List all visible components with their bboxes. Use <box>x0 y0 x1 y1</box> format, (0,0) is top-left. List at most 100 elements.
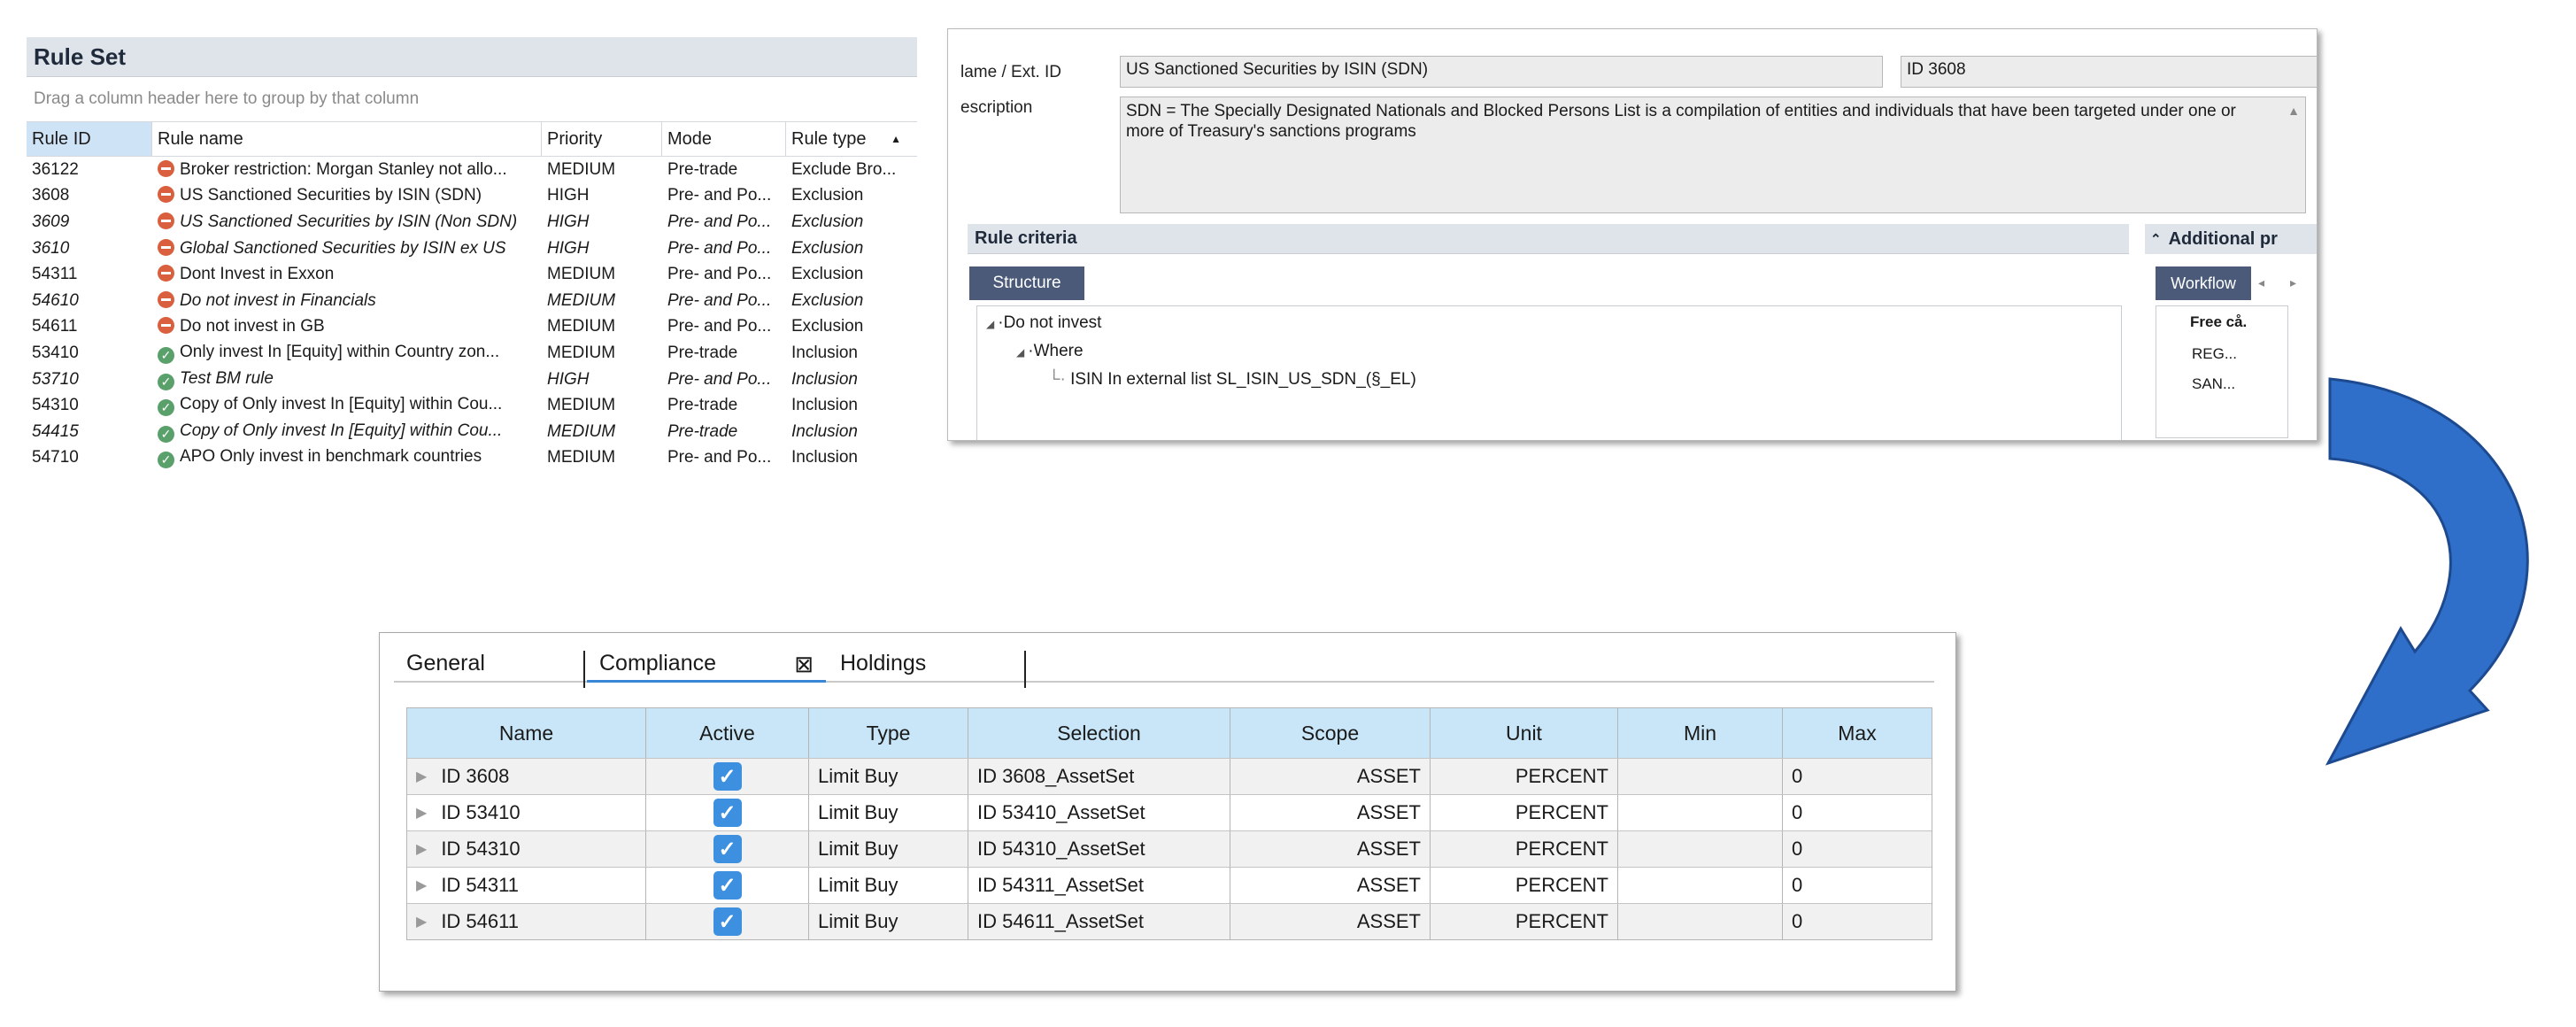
rule-name-field[interactable]: US Sanctioned Securities by ISIN (SDN) <box>1120 56 1883 88</box>
compliance-grid: Name Active Type Selection Scope Unit Mi… <box>406 707 1932 940</box>
compliance-panel: General Compliance ⊠ Holdings Name Active… <box>379 632 1956 992</box>
table-row[interactable]: 53710 ✓ Test BM rule HIGH Pre- and Po... Incl… <box>27 367 917 393</box>
ext-id-field[interactable]: ID 3608 <box>1901 56 2317 88</box>
table-row[interactable]: 54610 Do not invest in Financials MEDIUM Pr… <box>27 288 917 314</box>
free-column-cell[interactable]: SAN... <box>2192 375 2235 393</box>
tab-general[interactable]: General <box>394 651 583 683</box>
column-header-selection[interactable]: Selection <box>968 708 1230 758</box>
collapse-triangle-icon[interactable]: ◢ <box>1016 346 1024 359</box>
group-by-drop-zone[interactable]: Drag a column header here to group by th… <box>27 77 917 121</box>
column-header-type[interactable]: Type <box>809 708 968 758</box>
table-row[interactable]: ▶ ID 54611 ✓ Limit Buy ID 54611_AssetSet ASSE… <box>407 903 1932 939</box>
selection-cell: ID 53410_AssetSet <box>968 795 1230 830</box>
tree-connector-icon: └· <box>1048 370 1066 389</box>
row-expand-icon[interactable]: ▶ <box>416 913 427 930</box>
column-header-rule-id[interactable]: Rule ID <box>27 122 152 156</box>
tab-general-label: General <box>406 651 485 676</box>
min-cell[interactable] <box>1618 868 1783 903</box>
tree-node-where[interactable]: ◢ ·Where <box>1016 342 1084 361</box>
column-header-rule-name[interactable]: Rule name <box>152 122 542 156</box>
column-header-name[interactable]: Name <box>407 708 646 758</box>
tab-structure[interactable]: Structure <box>969 266 1084 300</box>
table-row[interactable]: 3610 Global Sanctioned Securities by ISIN… <box>27 236 917 262</box>
tab-scroll-left-icon[interactable]: ◂ <box>2258 275 2264 290</box>
column-header-max[interactable]: Max <box>1783 708 1932 758</box>
table-row[interactable]: 54710 ✓ APO Only invest in benchmark count… <box>27 445 917 472</box>
column-header-unit[interactable]: Unit <box>1431 708 1618 758</box>
name-cell: ▶ ID 54310 <box>407 831 646 867</box>
table-row[interactable]: 54611 Do not invest in GB MEDIUM Pre- and P… <box>27 314 917 341</box>
table-row[interactable]: ▶ ID 54311 ✓ Limit Buy ID 54311_AssetSet ASSE… <box>407 867 1932 903</box>
selection-cell: ID 54311_AssetSet <box>968 868 1230 903</box>
rule-type-cell: Exclusion <box>791 212 864 231</box>
table-row[interactable]: 36122 Broker restriction: Morgan Stanley … <box>27 157 917 183</box>
rule-criteria-title: Rule criteria <box>968 224 2129 254</box>
column-header-active[interactable]: Active <box>646 708 809 758</box>
min-cell[interactable] <box>1618 904 1783 939</box>
max-cell[interactable]: 0 <box>1783 795 1932 830</box>
table-row[interactable]: ▶ ID 53410 ✓ Limit Buy ID 53410_AssetSet ASSE… <box>407 794 1932 830</box>
exclusion-icon <box>158 238 174 256</box>
row-expand-icon[interactable]: ▶ <box>416 804 427 822</box>
priority-cell: MEDIUM <box>547 343 616 362</box>
rule-name-text: Do not invest in GB <box>180 317 325 336</box>
rule-name-cell: ✓ Test BM rule <box>152 369 542 390</box>
rule-name-text: Test BM rule <box>180 368 274 388</box>
scroll-up-icon[interactable]: ▲ <box>2287 101 2300 121</box>
active-checkbox[interactable]: ✓ <box>713 871 742 900</box>
exclusion-icon <box>158 265 174 282</box>
table-row[interactable]: 54311 Dont Invest in Exxon MEDIUM Pre- and … <box>27 261 917 288</box>
column-header-rule-type[interactable]: Rule type ▲ <box>786 122 908 156</box>
tree-node-do-not-invest[interactable]: ◢ ·Do not invest <box>986 313 1101 333</box>
active-checkbox[interactable]: ✓ <box>713 835 742 863</box>
column-header-min[interactable]: Min <box>1618 708 1783 758</box>
additional-properties-title[interactable]: ⌃ Additional pr <box>2145 224 2317 254</box>
priority-cell: HIGH <box>547 369 590 389</box>
table-row[interactable]: ▶ ID 54310 ✓ Limit Buy ID 54310_AssetSet ASSE… <box>407 830 1932 867</box>
column-header-priority[interactable]: Priority <box>542 122 662 156</box>
rule-id-cell: 53710 <box>32 369 79 389</box>
table-row[interactable]: ▶ ID 3608 ✓ Limit Buy ID 3608_AssetSet ASSET P… <box>407 758 1932 794</box>
tab-scroll-right-icon[interactable]: ▸ <box>2290 275 2296 290</box>
description-text: SDN = The Specially Designated Nationals… <box>1126 102 2236 141</box>
table-row[interactable]: 54310 ✓ Copy of Only invest In [Equity] wi… <box>27 392 917 419</box>
name-cell: ▶ ID 53410 <box>407 795 646 830</box>
row-expand-icon[interactable]: ▶ <box>416 840 427 858</box>
table-row[interactable]: 53410 ✓ Only invest In [Equity] within Cou… <box>27 340 917 367</box>
max-cell[interactable]: 0 <box>1783 759 1932 794</box>
collapse-triangle-icon[interactable]: ◢ <box>986 318 994 330</box>
unit-cell: PERCENT <box>1431 904 1618 939</box>
row-expand-icon[interactable]: ▶ <box>416 876 427 894</box>
table-row[interactable]: 3608 US Sanctioned Securities by ISIN (SD… <box>27 183 917 210</box>
column-header-scope[interactable]: Scope <box>1230 708 1431 758</box>
free-column-header[interactable]: Free cå. <box>2190 313 2247 331</box>
mode-cell: Pre- and Po... <box>667 186 772 205</box>
tree-node-isin-condition[interactable]: └· ISIN In external list SL_ISIN_US_SDN_… <box>1048 370 1416 390</box>
rule-type-cell: Exclusion <box>791 317 864 336</box>
table-row[interactable]: 54415 ✓ Copy of Only invest In [Equity] wi… <box>27 419 917 445</box>
row-expand-icon[interactable]: ▶ <box>416 768 427 785</box>
description-field[interactable]: SDN = The Specially Designated Nationals… <box>1120 97 2306 213</box>
tab-compliance[interactable]: Compliance ⊠ <box>587 651 826 683</box>
max-cell[interactable]: 0 <box>1783 904 1932 939</box>
rule-type-cell: Exclusion <box>791 290 864 310</box>
tab-workflow[interactable]: Workflow <box>2156 266 2251 300</box>
min-cell[interactable] <box>1618 759 1783 794</box>
active-checkbox[interactable]: ✓ <box>713 762 742 791</box>
close-tab-icon[interactable]: ⊠ <box>794 651 814 678</box>
tab-divider <box>1024 651 1026 688</box>
min-cell[interactable] <box>1618 831 1783 867</box>
rule-id-cell: 54710 <box>32 448 79 467</box>
min-cell[interactable] <box>1618 795 1783 830</box>
additional-title-text: Additional pr <box>2168 228 2278 249</box>
active-checkbox[interactable]: ✓ <box>713 907 742 936</box>
free-column-cell[interactable]: REG... <box>2192 345 2237 363</box>
active-checkbox[interactable]: ✓ <box>713 799 742 827</box>
table-row[interactable]: 3609 US Sanctioned Securities by ISIN (No… <box>27 209 917 236</box>
max-cell[interactable]: 0 <box>1783 831 1932 867</box>
tab-holdings[interactable]: Holdings <box>828 651 1024 683</box>
mode-cell: Pre-trade <box>667 159 738 179</box>
exclusion-icon <box>158 159 174 177</box>
column-header-mode[interactable]: Mode <box>662 122 786 156</box>
max-cell[interactable]: 0 <box>1783 868 1932 903</box>
